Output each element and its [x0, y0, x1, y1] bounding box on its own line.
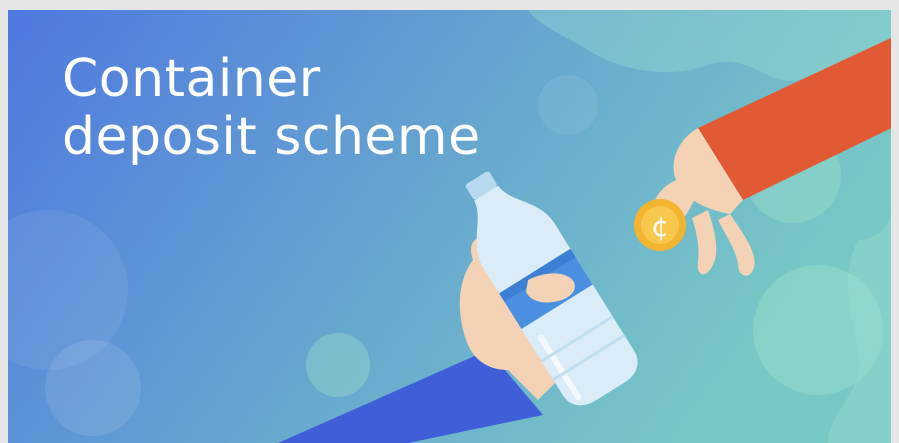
banner-image: Container deposit scheme ¢ [8, 10, 891, 443]
coin-symbol: ¢ [651, 210, 669, 243]
exchange-illustration: ¢ [278, 37, 891, 443]
coin-icon: ¢ [634, 199, 686, 251]
hand-icon [653, 37, 891, 276]
